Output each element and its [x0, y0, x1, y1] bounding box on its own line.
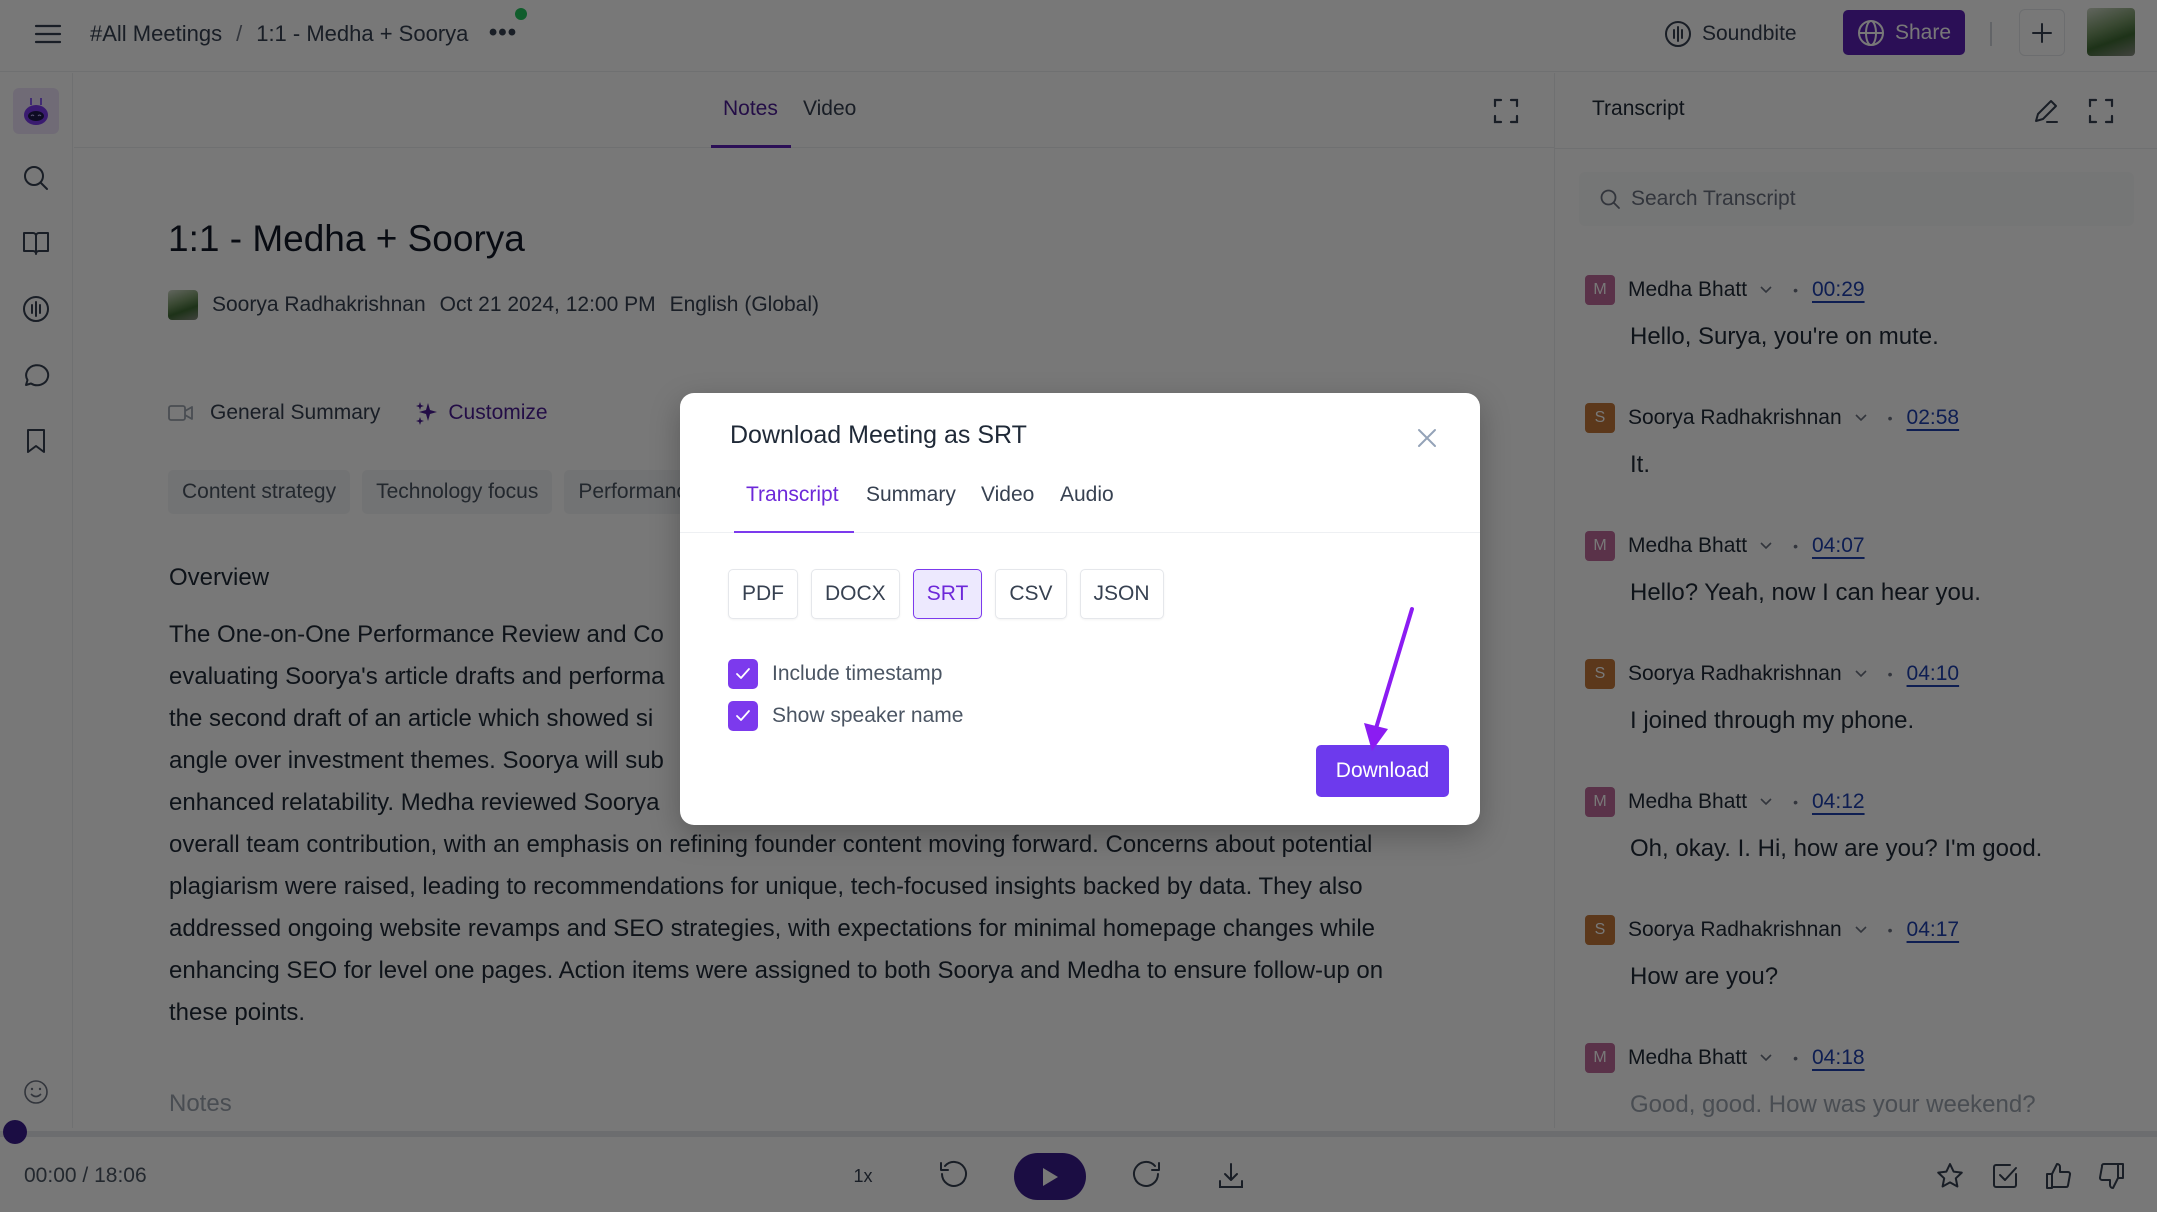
- include-timestamp-checkbox[interactable]: [728, 659, 758, 689]
- format-docx[interactable]: DOCX: [811, 569, 900, 619]
- checkmark-icon: [736, 668, 750, 679]
- show-speaker-label: Show speaker name: [772, 704, 964, 727]
- tab-video[interactable]: Video: [981, 483, 1034, 507]
- active-tab-indicator: [734, 531, 854, 533]
- close-icon: [1418, 429, 1436, 447]
- annotation-arrow-icon: [1364, 607, 1414, 751]
- tab-summary[interactable]: Summary: [866, 483, 956, 507]
- include-timestamp-option[interactable]: Include timestamp: [728, 659, 942, 689]
- tab-transcript[interactable]: Transcript: [746, 483, 839, 507]
- include-timestamp-label: Include timestamp: [772, 662, 943, 685]
- close-dialog-button[interactable]: [1412, 423, 1442, 453]
- format-srt[interactable]: SRT: [912, 569, 983, 619]
- format-json[interactable]: JSON: [1079, 569, 1164, 619]
- show-speaker-checkbox[interactable]: [728, 701, 758, 731]
- download-type-tabs: Transcript Summary Video Audio: [680, 477, 1480, 533]
- checkmark-icon: [736, 710, 750, 721]
- format-pdf[interactable]: PDF: [728, 569, 798, 619]
- format-csv[interactable]: CSV: [995, 569, 1067, 619]
- format-options: PDF DOCX SRT CSV JSON: [728, 569, 1164, 619]
- tab-audio[interactable]: Audio: [1060, 483, 1114, 507]
- dialog-title: Download Meeting as SRT: [730, 421, 1027, 449]
- show-speaker-option[interactable]: Show speaker name: [728, 701, 963, 731]
